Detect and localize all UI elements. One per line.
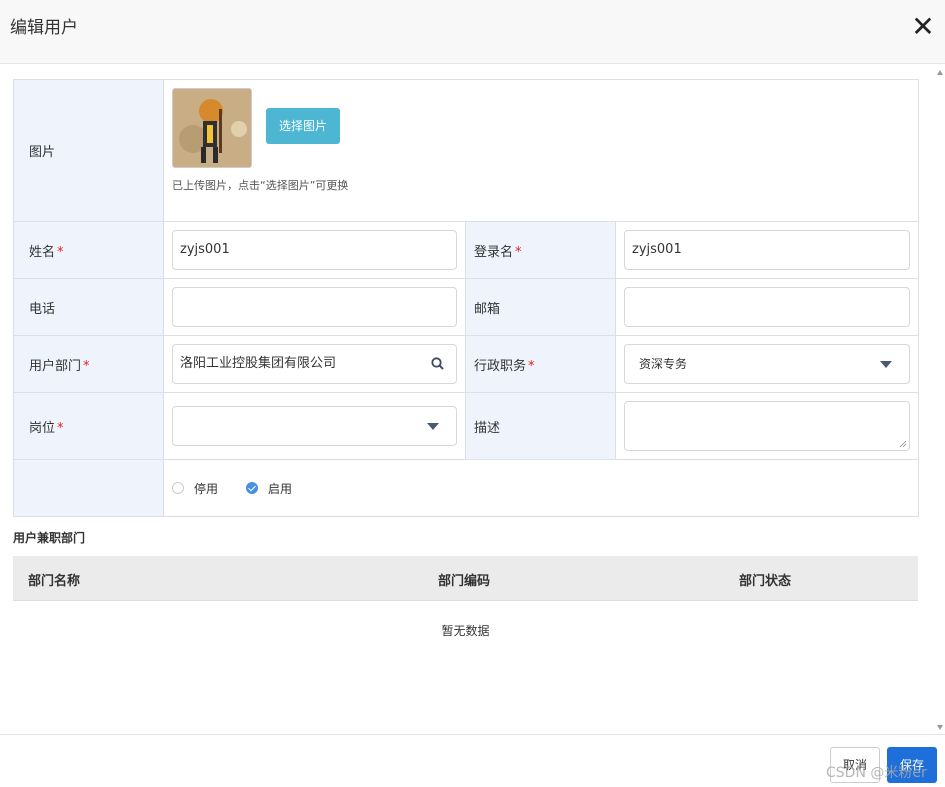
column-header-code[interactable]: 部门编码 [438,570,490,589]
radio-off-icon [172,482,184,494]
search-icon[interactable] [431,357,444,370]
status-radio-group: 停用 启用 [164,460,918,516]
description-textarea[interactable] [624,401,911,451]
name-label: 姓名 * [13,221,164,279]
select-image-button[interactable]: 选择图片 [266,108,340,144]
radio-checked-icon [246,482,259,494]
concurrent-departments-title: 用户兼职部门 [13,531,86,545]
user-form: 图片 姓名 * zyjs001 登录名 * zyjs001 电话 邮箱 用户部门 * … [13,79,920,517]
phone-label: 电话 [13,278,164,336]
resize-grip-icon[interactable] [899,440,907,448]
empty-state-text: 暂无数据 [441,624,490,638]
chevron-down-icon [427,423,439,430]
description-label: 描述 [465,392,616,460]
upload-hint: 已上传图片，点击“选择图片”可更换 [172,179,349,192]
phone-input[interactable] [172,287,457,327]
chevron-down-icon [880,361,893,368]
login-name-input[interactable]: zyjs001 [624,230,911,270]
avatar [172,88,252,168]
photo-cell [162,79,920,222]
column-header-status[interactable]: 部门状态 [739,570,791,589]
column-header-name[interactable]: 部门名称 [28,570,80,589]
admin-role-label: 行政职务 * [465,335,616,393]
cancel-button[interactable]: 取消 [830,747,880,783]
table-header: 部门名称 部门编码 部门状态 [13,556,918,601]
scroll-up-arrow-icon[interactable] [937,70,943,75]
dialog-body[interactable]: 图片 姓名 * zyjs001 登录名 * zyjs001 电话 邮箱 用户部门 * … [0,64,945,734]
admin-role-value: 资深专务 [639,357,688,371]
dialog-footer: 取消 保存 CSDN @米粉er [0,734,945,787]
department-label: 用户部门 * [13,335,164,393]
post-select[interactable] [172,406,457,446]
name-input[interactable]: zyjs001 [172,230,457,270]
post-label: 岗位 * [13,392,164,460]
department-picker[interactable]: 洛阳工业控股集团有限公司 [172,344,457,384]
login-label: 登录名 * [465,221,616,279]
close-icon[interactable]: ✕ [911,13,935,41]
photo-label: 图片 [13,79,164,222]
scroll-down-arrow-icon[interactable] [937,725,943,730]
email-label: 邮箱 [465,278,616,336]
dialog-title: 编辑用户 [10,18,78,38]
admin-role-select[interactable]: 资深专务 [624,344,911,384]
save-button[interactable]: 保存 [887,747,937,783]
status-enabled-radio[interactable]: 启用 [246,480,292,497]
email-input[interactable] [624,287,911,327]
status-disabled-radio[interactable]: 停用 [172,480,218,497]
department-value: 洛阳工业控股集团有限公司 [180,356,337,371]
concurrent-departments-table: 部门名称 部门编码 部门状态 暂无数据 [13,556,918,639]
dialog-header: 编辑用户 ✕ [0,0,945,64]
status-label-cell [13,459,164,517]
